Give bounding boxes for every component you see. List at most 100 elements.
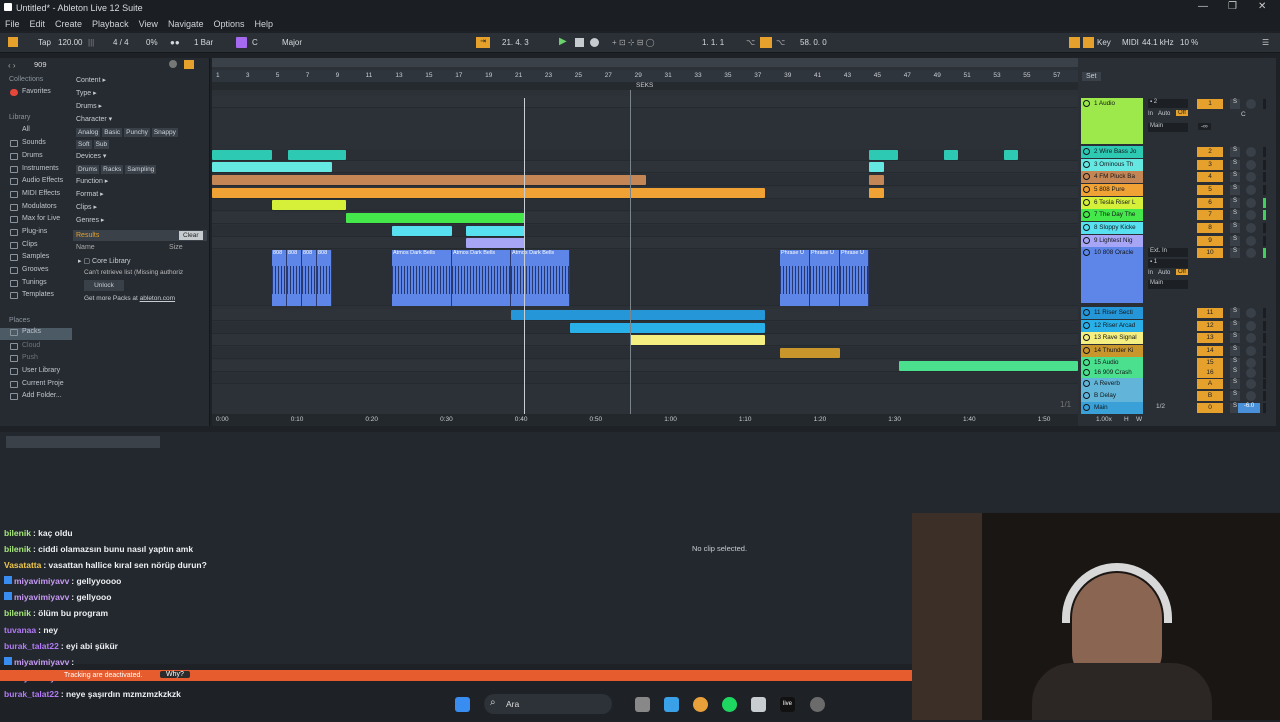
arm-button[interactable]: [1246, 160, 1256, 170]
key-select[interactable]: C: [252, 38, 258, 47]
audio-clip[interactable]: 808: [272, 250, 287, 306]
arm-button[interactable]: [1246, 333, 1256, 343]
output-select[interactable]: Main: [1148, 280, 1188, 289]
input-channel-select[interactable]: ▪ 2: [1148, 99, 1188, 108]
scale-mode-icon[interactable]: [236, 37, 247, 48]
loop-start-field[interactable]: 1. 1. 1: [702, 38, 724, 47]
locator-seks[interactable]: SEKS: [636, 82, 653, 89]
arm-button[interactable]: [1246, 185, 1256, 195]
track-header[interactable]: 12 Riser Arcad 12 S: [1078, 320, 1276, 332]
track-name[interactable]: 12 Riser Arcad: [1081, 320, 1143, 332]
track-activator-icon[interactable]: [1083, 404, 1090, 411]
track-header[interactable]: 2 Wire Bass Jo 2 S: [1078, 146, 1276, 158]
track-lane[interactable]: [212, 96, 1078, 108]
track-lane[interactable]: [212, 372, 1078, 384]
tag-analog[interactable]: Analog: [76, 128, 101, 137]
arm-button[interactable]: [1246, 210, 1256, 220]
record-button[interactable]: [590, 38, 599, 47]
arm-button[interactable]: [1246, 99, 1256, 109]
track-volume[interactable]: 11: [1197, 308, 1223, 318]
track-name[interactable]: 4 FM Pluck Ba: [1081, 171, 1143, 183]
core-library-item[interactable]: ▸ ▢ Core Library: [78, 257, 131, 265]
pan-knob[interactable]: C: [1241, 111, 1246, 118]
chat-username[interactable]: burak_talat22: [4, 689, 59, 699]
midi-clip[interactable]: [212, 162, 332, 172]
track-header[interactable]: 13 Rave Signal 13 S: [1078, 332, 1276, 344]
track-lane[interactable]: [212, 161, 1078, 173]
arm-button[interactable]: [1246, 379, 1256, 389]
arm-button[interactable]: [1246, 391, 1256, 401]
unlock-button[interactable]: Unlock: [84, 280, 124, 291]
key-map-label[interactable]: Key: [1097, 38, 1111, 47]
monitor-off[interactable]: Off: [1176, 110, 1188, 116]
tag-sub[interactable]: Sub: [93, 140, 110, 149]
solo-button[interactable]: S: [1230, 185, 1240, 195]
solo-button[interactable]: S: [1230, 379, 1240, 389]
overview-strip[interactable]: [212, 58, 1078, 67]
minimize-button[interactable]: —: [1198, 1, 1208, 12]
arm-button[interactable]: [1246, 368, 1256, 378]
chat-username[interactable]: tuvanaa: [4, 625, 36, 635]
spotify-icon[interactable]: [722, 697, 737, 712]
filter-function[interactable]: Function ▸: [76, 177, 108, 185]
draw-mode-icon[interactable]: [1069, 37, 1080, 48]
send-value[interactable]: -∞: [1198, 123, 1211, 130]
audio-clip[interactable]: Atmos Dark Bells: [392, 250, 452, 306]
track-volume[interactable]: 10: [1197, 248, 1223, 258]
menu-help[interactable]: Help: [250, 16, 279, 29]
sidebar-item-sounds[interactable]: Sounds: [0, 139, 46, 147]
track-activator-icon[interactable]: [1083, 186, 1090, 193]
track-header[interactable]: 14 Thunder Ki 14 S: [1078, 345, 1276, 357]
midi-clip[interactable]: [944, 150, 958, 160]
chat-username[interactable]: burak_talat22: [4, 641, 59, 651]
audio-clip[interactable]: 808: [302, 250, 317, 306]
track-activator-icon[interactable]: [1083, 322, 1090, 329]
track-header[interactable]: B Delay B S: [1078, 390, 1276, 402]
metronome-bars-icon[interactable]: |||: [88, 38, 94, 47]
output-select[interactable]: Main: [1148, 123, 1188, 132]
midi-clip[interactable]: [272, 200, 346, 210]
track-name[interactable]: 14 Thunder Ki: [1081, 345, 1143, 357]
midi-clip[interactable]: [212, 150, 272, 160]
midi-map-label[interactable]: MIDI: [1122, 38, 1139, 47]
track-volume[interactable]: 7: [1197, 210, 1223, 220]
maximize-button[interactable]: ❐: [1228, 1, 1237, 12]
tag-punchy[interactable]: Punchy: [124, 128, 150, 137]
menu-playback[interactable]: Playback: [87, 16, 134, 29]
solo-button[interactable]: S: [1230, 223, 1240, 233]
filter-type[interactable]: Type ▸: [76, 89, 97, 97]
taskbar-search[interactable]: ⌕ Ara: [484, 694, 612, 714]
chrome-icon[interactable]: [693, 697, 708, 712]
swing-field[interactable]: 0%: [146, 38, 158, 47]
track-lane[interactable]: [212, 237, 1078, 249]
midi-clip[interactable]: [466, 226, 525, 236]
sidebar-item-clips[interactable]: Clips: [0, 241, 38, 249]
track-activator-icon[interactable]: [1083, 211, 1090, 218]
track-activator-icon[interactable]: [1083, 334, 1090, 341]
ableton-link[interactable]: ableton.com: [140, 295, 175, 302]
sidebar-item-cloud[interactable]: Cloud: [0, 342, 40, 350]
filter-character[interactable]: Character ▾: [76, 115, 112, 123]
sidebar-item-instruments[interactable]: Instruments: [0, 165, 59, 173]
arm-button[interactable]: [1246, 248, 1256, 258]
track-volume[interactable]: B: [1197, 391, 1223, 401]
track-header[interactable]: 8 Sloppy Kicke 8 S: [1078, 222, 1276, 234]
tempo-field[interactable]: 120.00: [58, 38, 82, 47]
audio-clip[interactable]: Phrase U: [840, 250, 869, 306]
menu-create[interactable]: Create: [50, 16, 87, 29]
track-name[interactable]: 7 The Day The: [1081, 209, 1143, 221]
punch-out-icon[interactable]: ⌥: [776, 38, 785, 47]
clear-button[interactable]: Clear: [179, 231, 203, 240]
audio-clip[interactable]: 808: [287, 250, 302, 306]
tag-snappy[interactable]: Snappy: [151, 128, 178, 137]
midi-clip[interactable]: [511, 310, 765, 320]
sidebar-item-packs[interactable]: Packs: [0, 328, 72, 340]
solo-button[interactable]: S: [1230, 198, 1240, 208]
track-volume[interactable]: 16: [1197, 368, 1223, 378]
track-lane[interactable]: [212, 225, 1078, 237]
sidebar-item-all[interactable]: All: [0, 126, 30, 133]
task-view-icon[interactable]: [635, 697, 650, 712]
clear-search-icon[interactable]: [169, 60, 177, 68]
solo-button[interactable]: S: [1230, 391, 1240, 401]
track-activator-icon[interactable]: [1083, 161, 1090, 168]
